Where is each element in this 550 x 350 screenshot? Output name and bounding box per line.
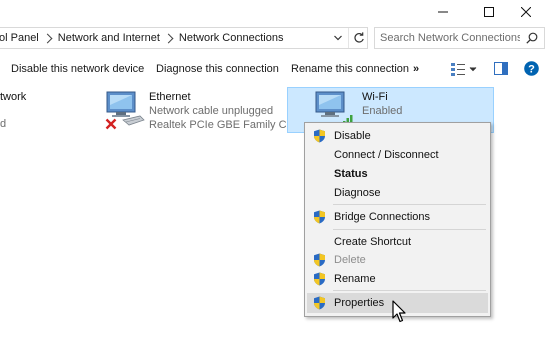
search-box[interactable]	[374, 27, 545, 49]
menu-item-connect-disconnect[interactable]: Connect / Disconnect	[307, 145, 488, 165]
breadcrumb-network-connections[interactable]: Network Connections	[179, 32, 284, 44]
search-input[interactable]	[380, 30, 520, 46]
ethernet-device: Realtek PCIe GBE Family Co...	[149, 119, 302, 131]
menu-item-label: Rename	[334, 273, 376, 285]
breadcrumb-separator-icon[interactable]	[163, 33, 174, 43]
more-commands-button[interactable]: »	[413, 63, 419, 75]
uac-shield-icon	[314, 210, 325, 224]
menu-item-label: Delete	[334, 254, 366, 266]
diagnose-connection-button[interactable]: Diagnose this connection	[156, 63, 279, 75]
address-dropdown-button[interactable]	[328, 28, 348, 48]
mouse-cursor-icon	[392, 300, 406, 324]
breadcrumb-control-panel[interactable]: ol Panel	[0, 32, 39, 44]
ethernet-title[interactable]: Ethernet	[149, 91, 191, 103]
menu-item-create-shortcut[interactable]: Create Shortcut	[307, 232, 488, 252]
rename-connection-button[interactable]: Rename this connection	[291, 63, 409, 75]
menu-item-label: Connect / Disconnect	[334, 149, 439, 161]
svg-text:?: ?	[528, 63, 535, 75]
help-icon: ?	[524, 61, 539, 76]
menu-item-label: Disable	[334, 130, 371, 142]
menu-item-disable[interactable]: Disable	[307, 126, 488, 146]
connection-status: d	[0, 118, 7, 130]
menu-item-delete: Delete	[307, 250, 488, 270]
refresh-icon	[354, 32, 364, 43]
change-view-button[interactable]	[450, 61, 478, 77]
refresh-button[interactable]	[348, 28, 369, 48]
menu-separator	[333, 204, 486, 205]
wifi-title[interactable]: Wi-Fi	[362, 91, 388, 103]
wifi-status: Enabled	[362, 105, 403, 117]
menu-item-bridge-connections[interactable]: Bridge Connections	[307, 207, 488, 227]
minimize-icon	[438, 11, 448, 13]
context-menu: Disable Connect / Disconnect Status Diag…	[304, 122, 491, 317]
help-button[interactable]: ?	[524, 61, 539, 76]
menu-item-label: Status	[334, 168, 368, 180]
menu-item-rename[interactable]: Rename	[307, 269, 488, 289]
menu-item-label: Diagnose	[334, 187, 381, 199]
menu-item-label: Properties	[334, 297, 385, 309]
disconnected-x-icon	[105, 118, 117, 130]
preview-pane-icon	[494, 62, 508, 75]
change-view-icon	[451, 63, 477, 76]
menu-separator	[333, 290, 486, 291]
uac-shield-icon	[314, 272, 325, 286]
address-bar[interactable]: ol Panel Network and Internet Network Co…	[0, 27, 368, 49]
breadcrumb-separator-icon[interactable]	[42, 33, 53, 43]
menu-item-diagnose[interactable]: Diagnose	[307, 183, 488, 203]
menu-separator	[333, 229, 486, 230]
command-bar: Disable this network device Diagnose thi…	[0, 56, 550, 82]
close-button[interactable]	[503, 0, 549, 24]
menu-item-status[interactable]: Status	[307, 164, 488, 184]
menu-item-label: Bridge Connections	[334, 211, 431, 223]
menu-item-label: Create Shortcut	[334, 236, 412, 248]
uac-shield-icon	[314, 296, 325, 310]
search-icon[interactable]	[526, 32, 538, 44]
connection-title[interactable]: twork	[0, 91, 26, 103]
ethernet-status: Network cable unplugged	[149, 105, 274, 117]
breadcrumb-network-and-internet[interactable]: Network and Internet	[58, 32, 160, 44]
close-icon	[521, 7, 531, 17]
disable-network-device-button[interactable]: Disable this network device	[11, 63, 144, 75]
chevron-down-icon	[334, 35, 342, 41]
uac-shield-icon	[314, 253, 325, 267]
minimize-button[interactable]	[420, 0, 466, 24]
preview-pane-button[interactable]	[494, 62, 508, 75]
maximize-icon	[484, 7, 494, 17]
uac-shield-icon	[314, 129, 325, 143]
